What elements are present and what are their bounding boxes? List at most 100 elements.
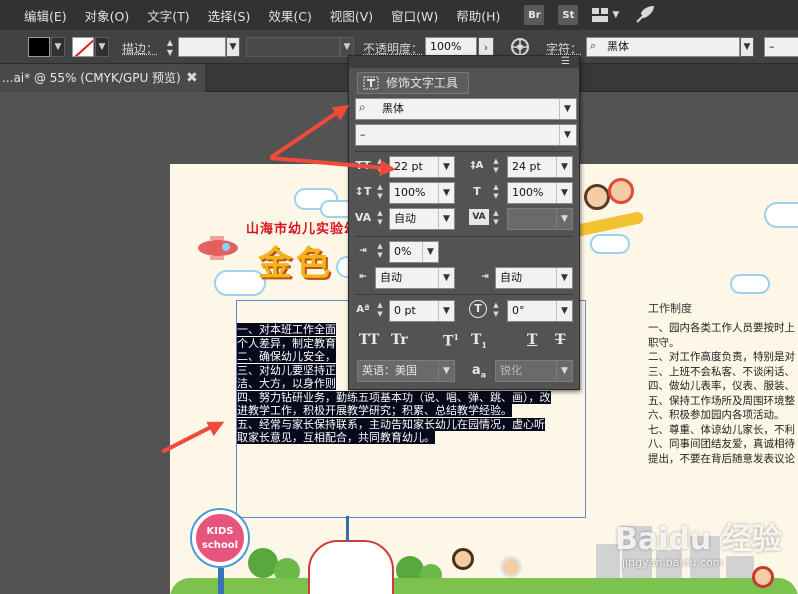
small-caps-button[interactable]: Tr — [391, 332, 408, 348]
leading-stepper[interactable]: ▲ ▼ — [491, 157, 501, 175]
fill-color-swatch[interactable] — [28, 37, 50, 57]
school-building-illustration — [308, 540, 394, 594]
cloud-decoration — [590, 234, 630, 254]
aki-left-chevron-down-icon[interactable]: ▼ — [438, 268, 454, 288]
subscript-mark: 1 — [481, 339, 487, 350]
annotation-arrowhead — [379, 160, 397, 178]
font-style-input[interactable]: – — [764, 37, 798, 57]
recolor-artwork-icon[interactable] — [510, 37, 530, 57]
rule-line: 六、积极参加园内各项活动。 — [648, 409, 785, 421]
kerning-chevron-down-icon[interactable]: ▼ — [438, 209, 454, 229]
illustrator-window: 编辑(E) 对象(O) 文字(T) 选择(S) 效果(C) 视图(V) 窗口(W… — [0, 0, 798, 594]
stroke-weight-chevron-down-icon[interactable]: ▼ — [226, 37, 240, 57]
kids-school-badge: KIDS school — [192, 510, 248, 566]
menu-effect[interactable]: 效果(C) — [268, 6, 311, 25]
menu-window[interactable]: 窗口(W) — [391, 6, 438, 25]
variable-width-profile[interactable] — [246, 37, 340, 57]
feather-icon[interactable] — [635, 6, 655, 24]
flag-pole-decoration — [346, 516, 349, 542]
selected-text-line[interactable]: 五、经常与家长保持联系，主动告知家长幼儿在园情况，虚心听 — [237, 417, 545, 431]
font-search-icon: ⌕ — [359, 100, 366, 114]
leading-chevron-down-icon[interactable]: ▼ — [556, 157, 572, 177]
opacity-chevron-right-icon[interactable]: › — [478, 37, 494, 57]
rule-line: 八、同事间团结友爱，真诚相待 — [648, 438, 795, 450]
airplane-illustration — [198, 236, 238, 260]
kerning-icon: VA — [354, 211, 372, 224]
strikethrough-button[interactable]: T — [555, 332, 565, 348]
menu-select[interactable]: 选择(S) — [208, 6, 251, 25]
antialias-chevron-down-icon[interactable]: ▼ — [556, 361, 572, 381]
language-chevron-down-icon[interactable]: ▼ — [438, 361, 454, 381]
horizontal-scale-chevron-down-icon[interactable]: ▼ — [556, 183, 572, 203]
kerning-stepper[interactable]: ▲ ▼ — [375, 209, 385, 227]
panel-menu-icon[interactable]: ☰ — [561, 56, 570, 68]
bridge-button[interactable]: Br — [524, 5, 545, 25]
workspace-grid-icon[interactable] — [592, 8, 609, 22]
fill-chevron-down-icon[interactable]: ▼ — [51, 37, 65, 57]
stroke-weight-input[interactable] — [178, 37, 226, 57]
panel-title-bar[interactable] — [349, 56, 579, 68]
superscript-mark: 1 — [453, 332, 459, 342]
menu-view[interactable]: 视图(V) — [330, 6, 373, 25]
tsume-stepper[interactable]: ▲ ▼ — [375, 242, 385, 260]
document-tab[interactable]: ...ai* @ 55% (CMYK/GPU 预览) — [0, 64, 205, 92]
font-family-input[interactable]: 黑体 — [355, 98, 577, 120]
character-rotation-icon: T — [469, 300, 487, 318]
rotation-chevron-down-icon[interactable]: ▼ — [556, 301, 572, 321]
aki-right-chevron-down-icon[interactable]: ▼ — [556, 268, 572, 288]
selected-text-line[interactable]: 二、确保幼儿安全， — [237, 350, 336, 363]
all-caps-button[interactable]: TT — [359, 332, 379, 348]
rule-line: 三、上班不会私客、不谈闲话、 — [648, 365, 795, 378]
rule-line: 七、尊重、体谅幼儿家长，不利 — [648, 423, 795, 436]
selected-text-line[interactable]: 一、对本班工作全面 — [237, 323, 336, 336]
selected-text-line[interactable]: 洁、大方，以身作则 — [237, 377, 336, 390]
rotation-stepper[interactable]: ▲ ▼ — [491, 301, 501, 319]
stroke-color-swatch[interactable] — [72, 37, 94, 57]
tracking-stepper[interactable]: ▲ ▼ — [491, 209, 501, 227]
stroke-label[interactable]: 描边： — [122, 40, 158, 57]
font-size-chevron-down-icon[interactable]: ▼ — [438, 157, 454, 177]
superscript-button[interactable]: T1 — [443, 332, 459, 350]
child-illustration — [584, 184, 610, 210]
selected-text-line[interactable]: 进教学工作，积极开展教学研究；积累、总结教学经验。 — [237, 404, 512, 417]
child-illustration — [752, 566, 774, 588]
selected-text-line[interactable]: 三、对幼儿要坚持正 — [237, 363, 336, 377]
opacity-input[interactable]: 100% — [425, 37, 477, 57]
selected-text-line[interactable]: 个人差异，制定教育 — [237, 336, 336, 350]
workspace-chevron-down-icon[interactable]: ▼ — [612, 10, 619, 20]
tsume-chevron-down-icon[interactable]: ▼ — [422, 242, 438, 262]
font-style-chevron-down-icon[interactable]: ▼ — [559, 125, 575, 145]
baseline-shift-chevron-down-icon[interactable]: ▼ — [438, 301, 454, 321]
tsume-icon: ⇥ — [359, 246, 367, 256]
menu-help[interactable]: 帮助(H) — [456, 6, 500, 25]
antialias-label: a — [471, 363, 481, 378]
child-illustration — [608, 178, 634, 204]
stock-button[interactable]: St — [558, 5, 579, 25]
aki-right-icon: ⇥ — [481, 272, 489, 282]
stroke-stepper[interactable]: ▲ ▼ — [164, 38, 176, 58]
tracking-chevron-down-icon[interactable]: ▼ — [556, 209, 572, 229]
menu-type[interactable]: 文字(T) — [147, 6, 189, 25]
vertical-scale-stepper[interactable]: ▲ ▼ — [375, 183, 385, 201]
vertical-scale-chevron-down-icon[interactable]: ▼ — [438, 183, 454, 203]
horizontal-scale-stepper[interactable]: ▲ ▼ — [491, 183, 501, 201]
stroke-chevron-down-icon[interactable]: ▼ — [95, 37, 109, 57]
subscript-button[interactable]: T1 — [471, 332, 487, 350]
font-family-chevron-down-icon[interactable]: ▼ — [740, 37, 754, 57]
baseline-shift-stepper[interactable]: ▲ ▼ — [375, 301, 385, 319]
child-illustration — [500, 556, 522, 578]
font-family-input[interactable]: 黑体 — [586, 37, 740, 57]
rules-heading: 工作制度 — [648, 302, 692, 315]
watermark: Baidu 经验 — [615, 522, 782, 557]
watermark-url: jingyan.baidu.com — [622, 556, 724, 569]
menu-edit[interactable]: 编辑(E) — [24, 6, 67, 25]
font-style-input[interactable]: – — [355, 124, 577, 146]
child-illustration — [452, 548, 474, 570]
selected-text-line[interactable]: 四、努力钻研业务，勤练五项基本功（说、唱、弹、跳、画），改 — [237, 390, 551, 404]
menu-object[interactable]: 对象(O) — [85, 6, 130, 25]
close-tab-icon[interactable]: ✖ — [186, 64, 198, 92]
font-family-chevron-down-icon[interactable]: ▼ — [559, 99, 575, 119]
selected-text-line[interactable]: 取家长意见，互相配合，共同教育幼儿。 — [237, 431, 435, 444]
profile-chevron-down-icon[interactable]: ▼ — [340, 37, 354, 57]
underline-button[interactable]: T — [527, 332, 537, 348]
